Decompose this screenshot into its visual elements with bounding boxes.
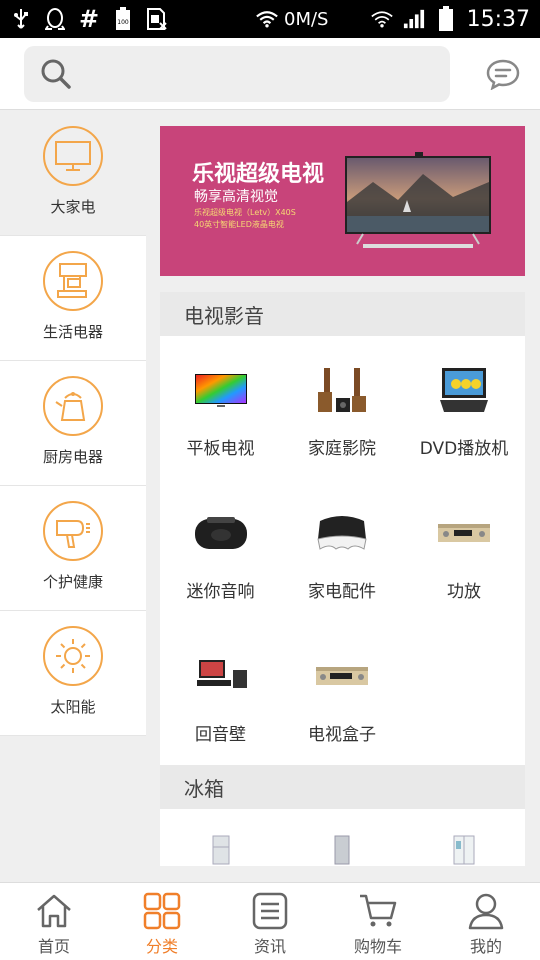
message-icon[interactable] [486,58,520,90]
grid-item-soundbar[interactable]: 回音壁 [160,622,281,765]
tab-home[interactable]: 首页 [0,883,108,960]
tv-image [345,152,491,248]
sidebar-item-label: 大家电 [50,198,96,216]
grid-item-dvd-player[interactable]: DVD播放机 [403,336,525,479]
grid-item-mini-speaker[interactable]: 迷你音响 [160,479,281,622]
promo-banner[interactable]: 乐视超级电视 畅享高清视觉 乐视超级电视（Letv）X40S 40英寸智能LED… [160,126,525,276]
category-sidebar: 大家电 生活电器 厨房电器 个护健康 太阳能 [0,111,146,739]
hair-dryer-icon [43,501,103,561]
search-icon [41,59,71,89]
banner-title: 乐视超级电视 [192,162,325,187]
category-content: 乐视超级电视 畅享高清视觉 乐视超级电视（Letv）X40S 40英寸智能LED… [160,126,525,866]
grid-item-fridge-3[interactable] [403,809,525,866]
grid-item-label: 家电配件 [308,582,376,602]
banner-subtitle: 畅享高清视觉 [194,189,278,205]
grid-item-label: 功放 [447,582,481,602]
tab-profile[interactable]: 我的 [432,883,540,960]
header [0,38,540,110]
grid-item-label: 家庭影院 [308,439,376,459]
soundbar-image [191,646,251,706]
sun-icon [43,626,103,686]
tab-label: 我的 [469,937,502,956]
sidebar-item-solar[interactable]: 太阳能 [0,611,146,736]
section-header-fridge: 冰箱 [160,765,525,809]
search-bar[interactable] [24,46,450,102]
sidebar-item-label: 太阳能 [50,698,96,716]
usb-icon [10,8,32,30]
wifi-signal-icon [370,8,393,30]
fridge-image [449,835,479,865]
tab-label: 分类 [145,937,178,956]
tv-box-image [312,646,372,706]
grid-item-fridge-2[interactable] [281,809,403,866]
hash-icon: # [78,5,100,33]
tab-label: 购物车 [353,937,402,956]
amplifier-image [434,503,494,563]
home-icon [37,894,71,928]
sidebar-item-kitchen-appliances[interactable]: 厨房电器 [0,361,146,486]
cell-signal-icon [403,8,425,30]
banner-line: 40英寸智能LED液晶电视 [194,220,284,229]
fridge-image [206,835,236,865]
grid-item-appliance-accessories[interactable]: 家电配件 [281,479,403,622]
tab-category[interactable]: 分类 [108,883,216,960]
banner-details: 乐视超级电视（Letv）X40S 40英寸智能LED液晶电视 [194,207,324,231]
net-speed: 0M/S [284,8,329,30]
grid-item-label: 平板电视 [186,439,255,459]
sidebar-item-label: 生活电器 [42,323,103,341]
sidebar-item-home-appliances[interactable]: 生活电器 [0,236,146,361]
grid-icon [143,892,181,930]
home-theater-image [312,360,372,420]
sidebar-item-major-appliances[interactable]: 大家电 [0,111,146,236]
wifi-icon [256,8,278,30]
battery-icon [435,6,457,31]
search-input[interactable] [84,46,434,102]
qq-icon [44,8,66,30]
vr-headset-image [312,503,372,563]
tv-icon [43,126,103,186]
dvd-player-image [434,360,494,420]
sidebar-item-label: 厨房电器 [42,448,103,466]
banner-line: 乐视超级电视（Letv）X40S [194,208,296,217]
grid-item-home-theater[interactable]: 家庭影院 [281,336,403,479]
grid-item-tv-box[interactable]: 电视盒子 [281,622,403,765]
news-icon [252,892,288,930]
product-grid-fridge [160,809,525,866]
flat-tv-image [191,360,251,420]
tab-label: 首页 [37,937,70,956]
tab-label: 资讯 [253,937,286,956]
fridge-image [327,835,357,865]
tab-cart[interactable]: 购物车 [324,883,432,960]
grid-item-label: DVD播放机 [419,439,509,459]
sim-icon [146,8,168,30]
status-bar: # 100 0M/S 15:37 [0,0,540,38]
grid-item-label: 电视盒子 [308,725,376,745]
sidebar-item-label: 个护健康 [42,573,103,591]
grid-item-amplifier[interactable]: 功放 [403,479,525,622]
product-grid-tv-audio: 平板电视 家庭影院 DVD播放机 迷你音响 家电配件 功放 回音壁 电视盒子 [160,336,525,765]
mixer-icon [43,251,103,311]
clock: 15:37 [466,6,530,32]
grid-item-flat-tv[interactable]: 平板电视 [160,336,281,479]
user-icon [468,893,504,930]
mini-speaker-image [191,503,251,563]
svg-text:100: 100 [117,19,129,26]
battery-small-icon: 100 [112,7,134,30]
grid-item-fridge-1[interactable] [160,809,281,866]
cart-icon [360,894,397,927]
section-header-tv-audio: 电视影音 [160,292,525,336]
bottom-tab-bar: 首页 分类 资讯 购物车 我的 [0,882,540,960]
grid-empty-cell [403,622,525,765]
grid-item-label: 迷你音响 [186,582,255,602]
tab-news[interactable]: 资讯 [216,883,324,960]
sidebar-item-personal-care[interactable]: 个护健康 [0,486,146,611]
grid-item-label: 回音壁 [195,725,246,745]
kettle-icon [43,376,103,436]
